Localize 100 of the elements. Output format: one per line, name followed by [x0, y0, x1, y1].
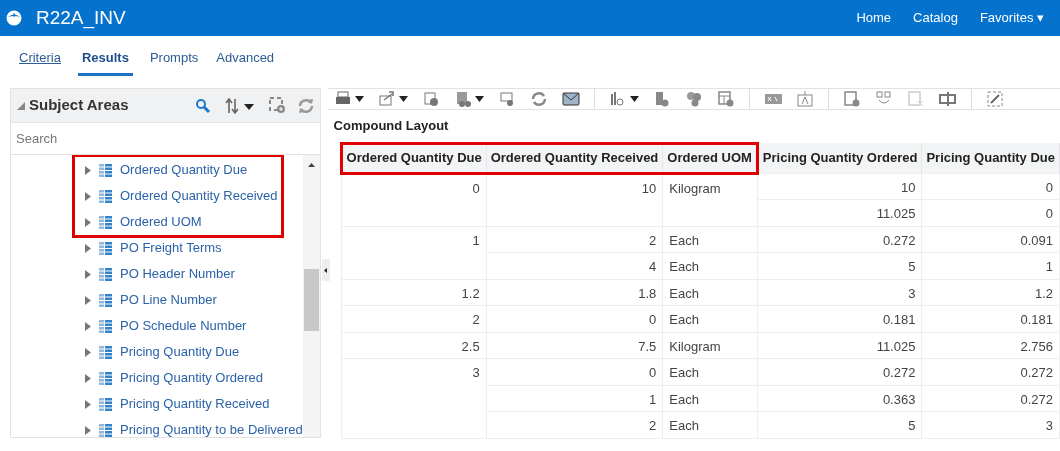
tab[interactable]: Prompts — [148, 47, 200, 76]
envelope-icon[interactable] — [561, 90, 580, 108]
collapse-icon[interactable] — [17, 101, 25, 110]
column-icon — [99, 163, 112, 177]
tree-item[interactable]: Pricing Quantity Due — [120, 342, 240, 362]
tree-item[interactable]: Pricing Quantity Received — [120, 394, 270, 414]
tree-item[interactable]: PO Line Number — [120, 290, 217, 310]
table-cell: Each — [662, 226, 758, 253]
table-cell: 0 — [486, 305, 663, 332]
splitter-handle[interactable] — [321, 259, 330, 281]
nav-link[interactable]: Catalog — [913, 8, 958, 28]
table-cell: 11.025 — [757, 199, 922, 226]
table-cell: 0 — [921, 199, 1060, 226]
table-cell: 7.5 — [486, 332, 663, 359]
expand-icon[interactable] — [85, 243, 91, 253]
column-header[interactable]: Ordered UOM — [662, 143, 758, 173]
table-cell: 10 — [486, 173, 663, 226]
caret-icon[interactable] — [629, 96, 639, 102]
tree-item[interactable]: PO Schedule Number — [120, 316, 247, 336]
table-cell: 2 — [486, 411, 663, 438]
table-cell: 2 — [341, 305, 487, 332]
caret-icon[interactable] — [354, 96, 364, 102]
table-cell: 0.272 — [757, 226, 922, 253]
table-cell: 4 — [486, 252, 663, 279]
column-icon — [99, 293, 112, 307]
expand-icon[interactable] — [85, 347, 91, 357]
tree-item[interactable]: Ordered UOM — [120, 212, 202, 232]
table-cell: 10 — [757, 173, 922, 200]
tab[interactable]: Results — [77, 47, 133, 76]
scroll-up-icon[interactable] — [307, 163, 315, 167]
column-icon — [99, 423, 112, 437]
bar-chart-icon[interactable] — [608, 90, 627, 108]
edit-icon[interactable] — [985, 90, 1004, 108]
expand-icon[interactable] — [85, 295, 91, 305]
grid-add-icon[interactable] — [716, 90, 735, 108]
table-cell: Each — [662, 385, 758, 412]
nav-link[interactable]: Home — [856, 8, 892, 28]
view-add-icon[interactable] — [842, 90, 861, 108]
table-cell: 0.272 — [921, 385, 1060, 412]
table-cell: 5 — [757, 252, 922, 279]
dropdown-button[interactable] — [377, 90, 408, 108]
search-field[interactable]: Search — [11, 123, 320, 155]
add-icon[interactable] — [268, 97, 286, 114]
table-cell: 0.272 — [757, 358, 922, 385]
column-header[interactable]: Ordered Quantity Due — [341, 143, 487, 173]
table-cell: Each — [662, 358, 758, 385]
column-header[interactable]: Pricing Quantity Due — [921, 143, 1060, 173]
split-view-icon[interactable] — [938, 90, 957, 108]
collapse-left-icon[interactable] — [324, 267, 328, 273]
tree-item[interactable]: Pricing Quantity Ordered — [120, 368, 264, 388]
table-cell: 2 — [486, 226, 663, 253]
search-icon[interactable] — [194, 97, 211, 114]
column-icon — [99, 189, 112, 203]
scrollbar-thumb[interactable] — [303, 269, 319, 331]
table-cell: 0 — [486, 358, 663, 385]
table-cell: 3 — [757, 279, 922, 306]
table-cell: 11.025 — [757, 332, 922, 359]
tree-item[interactable]: Ordered Quantity Received — [120, 186, 278, 206]
column-header[interactable]: Ordered Quantity Received — [486, 143, 663, 173]
export-icon[interactable] — [377, 90, 396, 108]
tree-item[interactable]: Pricing Quantity to be Delivered — [120, 420, 303, 437]
table-cell: 1.2 — [921, 279, 1060, 306]
table-cell: 1.2 — [341, 279, 487, 306]
expand-icon[interactable] — [85, 269, 91, 279]
expand-icon[interactable] — [85, 165, 91, 175]
expand-icon[interactable] — [85, 373, 91, 383]
expand-icon[interactable] — [85, 191, 91, 201]
tab[interactable]: Criteria — [18, 47, 62, 76]
expand-icon[interactable] — [85, 321, 91, 331]
refresh-icon[interactable] — [529, 90, 548, 108]
nav-link[interactable]: Favorites ▾ — [979, 8, 1044, 28]
refresh-icon[interactable] — [297, 97, 314, 114]
tree-item[interactable]: PO Freight Terms — [120, 238, 222, 258]
table-cell: 0.181 — [757, 305, 922, 332]
caret-icon[interactable] — [398, 96, 408, 102]
table-cell: 0.272 — [921, 358, 1060, 385]
layout-title: Compound Layout — [332, 117, 450, 135]
expand-icon[interactable] — [85, 399, 91, 409]
sort-icon[interactable] — [224, 97, 255, 114]
expand-icon[interactable] — [85, 425, 91, 435]
table-cell: 0.091 — [921, 226, 1060, 253]
table-cell: 5 — [757, 411, 922, 438]
tab[interactable]: Advanced — [215, 47, 276, 76]
caret-icon[interactable] — [474, 96, 484, 102]
tree-item[interactable]: Ordered Quantity Due — [120, 160, 248, 180]
column-icon — [99, 371, 112, 385]
table-cell: Kilogram — [662, 173, 758, 226]
column-icon — [99, 397, 112, 411]
table-cell: 1 — [486, 385, 663, 412]
table-cell: 0.181 — [921, 305, 1060, 332]
tree-item[interactable]: PO Header Number — [120, 264, 235, 284]
expand-icon[interactable] — [85, 217, 91, 227]
scrollbar[interactable] — [302, 155, 320, 437]
table-cell: 1 — [921, 252, 1060, 279]
table-cell: 3 — [341, 358, 487, 438]
column-icon — [99, 319, 112, 333]
dropdown-button[interactable] — [608, 90, 639, 108]
text-insert-icon[interactable] — [795, 90, 814, 108]
column-icon — [99, 345, 112, 359]
column-header[interactable]: Pricing Quantity Ordered — [757, 143, 922, 173]
